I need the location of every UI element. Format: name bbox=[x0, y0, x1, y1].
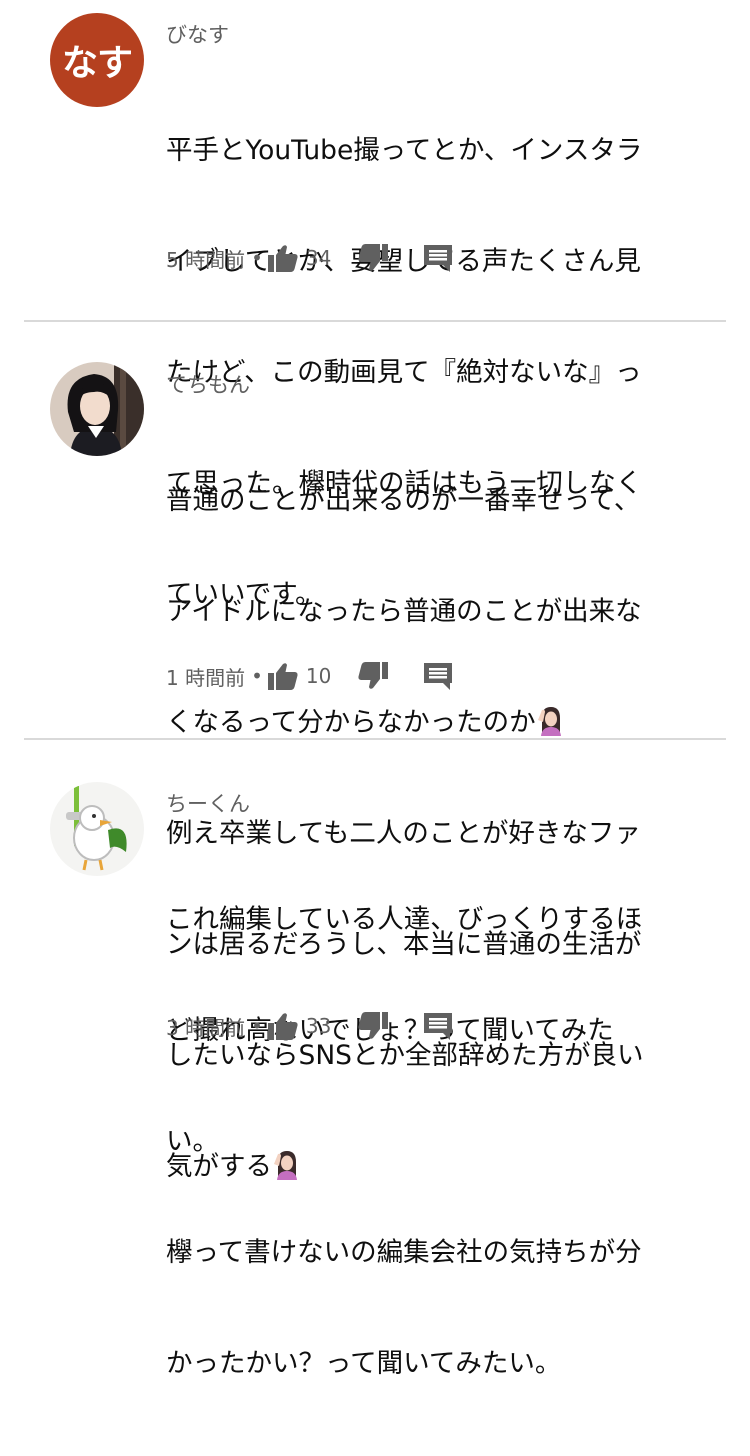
avatar[interactable] bbox=[50, 782, 144, 876]
comment-line: 普通のことが出来るのが一番幸せって、 bbox=[166, 485, 641, 516]
dislike-button[interactable] bbox=[358, 662, 389, 690]
photo-avatar-image bbox=[50, 362, 144, 456]
avatar[interactable] bbox=[50, 362, 144, 456]
comment-line: これ編集している人達、びっくりするほ bbox=[166, 904, 643, 935]
comment-line: 平手とYouTube撮ってとか、インスタラ bbox=[166, 135, 643, 166]
comment-line: くなるって分からなかったのか bbox=[166, 707, 536, 738]
comment-timestamp: 1 時間前 bbox=[166, 665, 246, 690]
like-button[interactable] bbox=[267, 662, 298, 690]
comment-author[interactable]: ちーくん bbox=[166, 789, 250, 819]
comment-line: 欅って書けないの編集会社の気持ちが分 bbox=[166, 1237, 642, 1268]
dislike-button[interactable] bbox=[358, 1012, 389, 1040]
comment-author[interactable]: びなす bbox=[166, 20, 229, 50]
reply-button[interactable] bbox=[424, 1012, 453, 1040]
comment-line: かったかい？って聞いてみたい。 bbox=[166, 1348, 562, 1379]
comment-divider bbox=[24, 738, 726, 740]
bird-character-avatar-image bbox=[50, 782, 144, 876]
comment-actions: 3 時間前 • 33 bbox=[166, 1008, 453, 1044]
comment-divider bbox=[24, 320, 726, 322]
comment-line: アイドルになったら普通のことが出来な bbox=[166, 596, 642, 627]
reply-button[interactable] bbox=[424, 244, 453, 272]
separator-dot: • bbox=[251, 1014, 263, 1038]
like-button[interactable] bbox=[267, 1012, 298, 1040]
thumbs-down-icon bbox=[358, 1012, 389, 1039]
comment-author[interactable]: てちもん bbox=[166, 370, 250, 400]
reply-button[interactable] bbox=[424, 662, 453, 690]
avatar[interactable]: なす bbox=[50, 13, 144, 107]
thumbs-down-icon bbox=[358, 244, 389, 271]
like-count: 33 bbox=[305, 1014, 332, 1038]
avatar-initials: なす bbox=[61, 43, 133, 84]
comment-actions: 5 時間前 • 34 bbox=[166, 240, 453, 276]
reply-comment-icon bbox=[424, 244, 453, 272]
reply-comment-icon bbox=[424, 1012, 453, 1040]
comment-line: い。 bbox=[166, 1126, 219, 1157]
separator-dot: • bbox=[251, 664, 263, 688]
thumbs-up-icon bbox=[267, 663, 298, 690]
comment-timestamp: 5 時間前 bbox=[166, 247, 246, 272]
comment-line-with-emoji: くなるって分からなかったのか bbox=[166, 704, 676, 741]
comment-actions: 1 時間前 • 10 bbox=[166, 658, 453, 694]
thumbs-down-icon bbox=[358, 662, 389, 689]
thumbs-up-icon bbox=[267, 245, 298, 272]
like-button[interactable] bbox=[267, 244, 298, 272]
woman-tipping-hand-emoji bbox=[537, 707, 561, 736]
comment-timestamp: 3 時間前 bbox=[166, 1015, 246, 1040]
thumbs-up-icon bbox=[267, 1013, 298, 1040]
like-count: 34 bbox=[305, 246, 332, 270]
dislike-button[interactable] bbox=[358, 244, 389, 272]
separator-dot: • bbox=[251, 246, 263, 270]
reply-comment-icon bbox=[424, 662, 453, 690]
like-count: 10 bbox=[305, 664, 332, 688]
comment-text: これ編集している人達、びっくりするほ ど撮れ高ないでしょ？って聞いてみた い。 … bbox=[166, 827, 676, 1456]
